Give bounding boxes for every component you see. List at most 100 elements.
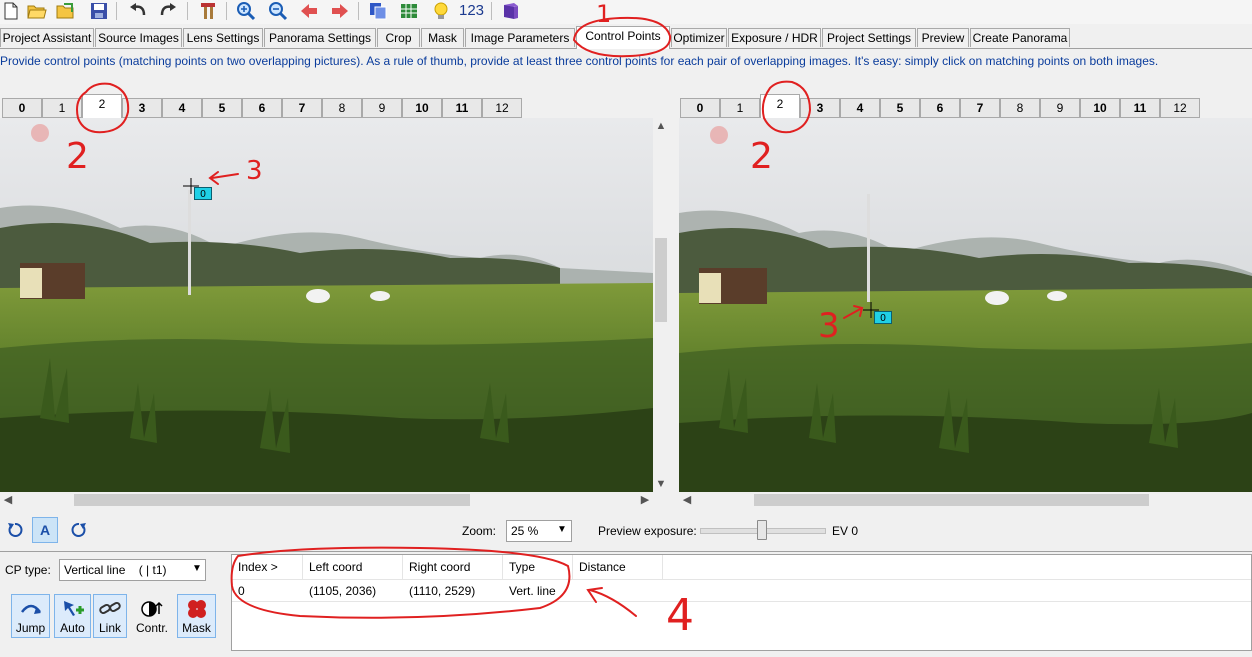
redo-icon[interactable] [157, 0, 179, 22]
left-image-tab[interactable]: 11 [442, 98, 482, 118]
right-image-tab[interactable]: 7 [960, 98, 1000, 118]
view-controls-row: A Zoom: 25 % ▼ Preview exposure: EV 0 [0, 512, 1252, 550]
right-image-tab[interactable]: 9 [1040, 98, 1080, 118]
annotation-4: 4 [666, 590, 694, 641]
column-header-type[interactable]: Type [503, 555, 573, 579]
left-image-view[interactable]: 0 [0, 118, 653, 492]
left-hscroll-thumb[interactable] [74, 494, 470, 506]
annotation-1: 1 [596, 0, 612, 28]
tab-control-points[interactable]: Control Points [576, 26, 670, 49]
right-image-tab[interactable]: 6 [920, 98, 960, 118]
jump-button[interactable]: Jump [11, 594, 50, 638]
tools-icon[interactable] [197, 0, 219, 22]
main-tab-bar: Project Assistant Source Images Lens Set… [0, 26, 1252, 49]
new-project-icon[interactable] [0, 0, 22, 22]
zoom-out-icon[interactable] [267, 0, 289, 22]
right-image-tab[interactable]: 5 [880, 98, 920, 118]
tab-lens-settings[interactable]: Lens Settings [183, 28, 263, 47]
left-image-tab-selected[interactable]: 2 [82, 94, 122, 118]
contrast-button[interactable]: Contr. [132, 594, 172, 638]
annotation-3-right: 3 [818, 306, 840, 346]
tab-mask[interactable]: Mask [421, 28, 464, 47]
tab-exposure-hdr[interactable]: Exposure / HDR [728, 28, 821, 47]
next-icon[interactable] [329, 0, 351, 22]
left-image-tab[interactable]: 9 [362, 98, 402, 118]
table-icon[interactable] [398, 0, 420, 22]
chevron-down-icon: ▼ [557, 524, 567, 535]
auto-add-icon [63, 601, 84, 616]
left-vscroll-thumb[interactable] [655, 238, 667, 322]
undo-icon[interactable] [127, 0, 149, 22]
help-text: Provide control points (matching points … [0, 54, 1159, 68]
zoom-in-icon[interactable] [235, 0, 257, 22]
column-header-distance[interactable]: Distance [573, 555, 663, 579]
jump-icon [20, 604, 41, 614]
left-image-tab[interactable]: 5 [202, 98, 242, 118]
tab-crop[interactable]: Crop [377, 28, 420, 47]
left-image-tab[interactable]: 3 [122, 98, 162, 118]
right-image-tab[interactable]: 12 [1160, 98, 1200, 118]
right-image-tabs: 0 1 2 3 4 5 6 7 8 9 10 11 12 [680, 94, 1202, 118]
cp-type-select[interactable]: Vertical line ( | t1) ▼ [59, 559, 206, 581]
link-icon [99, 602, 121, 614]
tab-image-parameters[interactable]: Image Parameters [465, 28, 575, 47]
column-header-right-coord[interactable]: Right coord [403, 555, 503, 579]
zoom-label: Zoom: [462, 524, 497, 538]
right-crosshair-icon [863, 302, 879, 318]
exposure-slider-thumb[interactable] [757, 520, 767, 540]
left-image-tabs: 0 1 2 3 4 5 6 7 8 9 10 11 12 [2, 94, 524, 118]
right-image-tab[interactable]: 0 [680, 98, 720, 118]
right-hscroll-thumb[interactable] [754, 494, 1149, 506]
tab-create-panorama[interactable]: Create Panorama [970, 28, 1070, 47]
tab-project-assistant[interactable]: Project Assistant [0, 28, 94, 47]
left-landscape-photo [0, 118, 653, 492]
open-icon[interactable] [26, 0, 48, 22]
left-image-tab[interactable]: 12 [482, 98, 522, 118]
main-toolbar: 123 [0, 0, 1252, 24]
contrast-icon [141, 601, 163, 617]
right-image-tab-selected[interactable]: 2 [760, 94, 800, 118]
auto-button[interactable]: Auto [54, 594, 91, 638]
left-image-tab[interactable]: 10 [402, 98, 442, 118]
right-image-tab[interactable]: 1 [720, 98, 760, 118]
right-image-tab[interactable]: 4 [840, 98, 880, 118]
bulb-icon[interactable] [430, 0, 452, 22]
left-image-tab[interactable]: 1 [42, 98, 82, 118]
column-header-left-coord[interactable]: Left coord [303, 555, 403, 579]
tab-preview[interactable]: Preview [917, 28, 969, 47]
cp-type-label: CP type: [5, 563, 51, 577]
column-header-index[interactable]: Index > [232, 555, 303, 579]
copy-icon[interactable] [367, 0, 389, 22]
right-image-tab[interactable]: 10 [1080, 98, 1120, 118]
right-image-tab[interactable]: 11 [1120, 98, 1160, 118]
tab-source-images[interactable]: Source Images [95, 28, 182, 47]
left-image-tab[interactable]: 0 [2, 98, 42, 118]
tab-optimizer[interactable]: Optimizer [671, 28, 727, 47]
left-image-tab[interactable]: 7 [282, 98, 322, 118]
control-point-panel: CP type: Vertical line ( | t1) ▼ Jump Au… [0, 551, 1252, 657]
counter-icon[interactable]: 123 [459, 1, 484, 21]
right-image-tab[interactable]: 3 [800, 98, 840, 118]
tab-panorama-settings[interactable]: Panorama Settings [264, 28, 376, 47]
rotate-right-icon[interactable] [66, 517, 92, 543]
right-image-tab[interactable]: 8 [1000, 98, 1040, 118]
left-image-tab[interactable]: 4 [162, 98, 202, 118]
preview-exposure-label: Preview exposure: [598, 524, 697, 538]
tab-project-settings[interactable]: Project Settings [822, 28, 916, 47]
control-points-table: Index > Left coord Right coord Type Dist… [231, 554, 1252, 651]
save-icon[interactable] [88, 0, 110, 22]
mask-button[interactable]: Mask [177, 594, 216, 638]
right-horizontal-scrollbar[interactable]: ◀ [679, 492, 1252, 508]
left-image-tab[interactable]: 6 [242, 98, 282, 118]
open-images-icon[interactable] [55, 0, 77, 22]
zoom-select[interactable]: 25 % ▼ [506, 520, 572, 542]
annotation-2-left: 2 [66, 136, 89, 177]
previous-icon[interactable] [298, 0, 320, 22]
auto-rotate-button[interactable]: A [32, 517, 58, 543]
book-icon[interactable] [500, 0, 522, 22]
rotate-left-icon[interactable] [2, 517, 28, 543]
link-button[interactable]: Link [93, 594, 127, 638]
left-horizontal-scrollbar[interactable]: ◀ ▶ [0, 492, 653, 508]
left-vertical-scrollbar[interactable]: ▲ ▼ [653, 118, 669, 492]
left-image-tab[interactable]: 8 [322, 98, 362, 118]
